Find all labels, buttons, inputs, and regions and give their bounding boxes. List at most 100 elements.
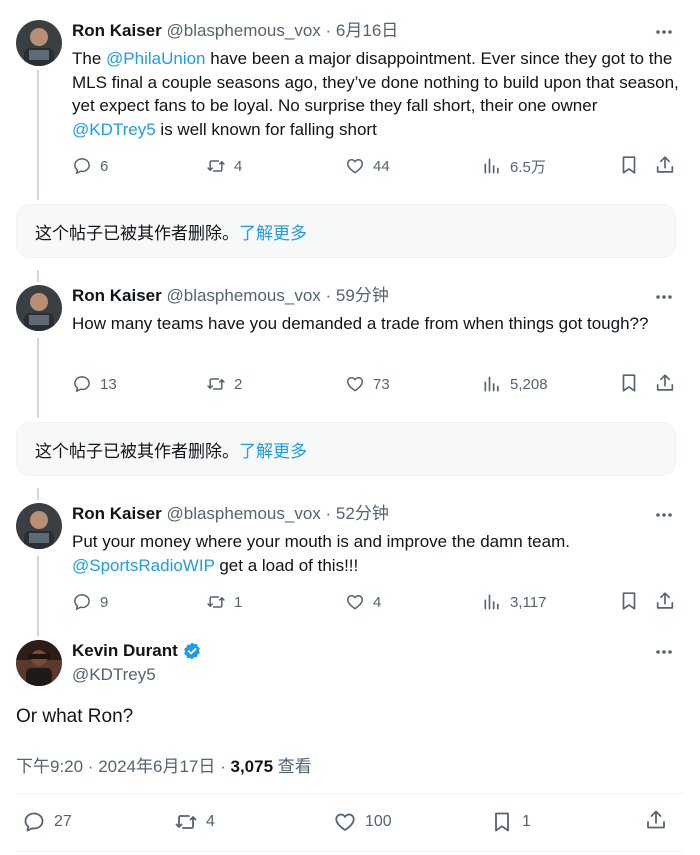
views-button[interactable]: 5,208 [482, 372, 548, 396]
divider [16, 851, 684, 852]
timestamp[interactable]: 59分钟 [336, 286, 389, 305]
bookmark-button[interactable]: 1 [490, 808, 531, 836]
timestamp[interactable]: 下午9:20 · 2024年6月17日 · [16, 757, 230, 776]
reply-count: 6 [100, 157, 109, 175]
retweet-button[interactable]: 4 [206, 154, 242, 178]
share-icon [656, 374, 674, 391]
author-handle[interactable]: @blasphemous_vox [166, 504, 320, 523]
like-button[interactable]: 4 [345, 590, 381, 614]
action-bar: 9 1 4 3,117 [72, 590, 684, 614]
bookmark-icon [622, 374, 636, 392]
like-count: 44 [373, 157, 390, 175]
avatar[interactable] [16, 20, 62, 66]
reply-button[interactable]: 6 [72, 154, 108, 178]
author-handle[interactable]: @KDTrey5 [72, 665, 156, 685]
retweet-count: 2 [234, 375, 243, 393]
more-icon[interactable] [654, 22, 674, 42]
share-button[interactable] [654, 590, 676, 617]
mention-link[interactable]: @PhilaUnion [106, 49, 205, 68]
reply-count: 9 [100, 593, 109, 611]
bookmark-button[interactable] [618, 372, 640, 399]
like-count: 100 [365, 813, 392, 830]
author-name-row: Kevin Durant [72, 641, 202, 661]
author-handle[interactable]: @blasphemous_vox [166, 286, 320, 305]
analytics-icon [484, 594, 499, 610]
retweet-count: 4 [206, 813, 215, 830]
views-button[interactable]: 6.5万 [482, 154, 546, 178]
retweet-button[interactable]: 1 [206, 590, 242, 614]
retweet-button[interactable]: 2 [206, 372, 242, 396]
tweet-text: How many teams have you demanded a trade… [72, 314, 649, 333]
deleted-post-notice: 这个帖子已被其作者删除。 了解更多 [16, 204, 676, 258]
more-icon[interactable] [654, 287, 674, 307]
bookmark-button[interactable] [618, 590, 640, 617]
author-name[interactable]: Kevin Durant [72, 641, 178, 661]
like-button[interactable]: 44 [345, 154, 390, 178]
bookmark-icon [495, 812, 509, 832]
more-icon[interactable] [654, 642, 674, 662]
share-icon [647, 810, 665, 829]
reply-button[interactable]: 9 [72, 590, 108, 614]
views-button[interactable]: 3,117 [482, 590, 546, 614]
separator: · [325, 504, 332, 523]
heart-icon [346, 377, 364, 392]
share-button[interactable] [654, 372, 676, 399]
like-button[interactable]: 73 [345, 372, 390, 396]
reply-icon [74, 594, 90, 610]
reply-button[interactable]: 27 [22, 808, 72, 836]
reply-icon [74, 376, 90, 392]
avatar[interactable] [16, 285, 62, 331]
deleted-post-notice: 这个帖子已被其作者删除。 了解更多 [16, 422, 676, 476]
heart-icon [346, 159, 364, 174]
bookmark-icon [622, 592, 636, 610]
text-segment: get a load of this!!! [214, 555, 359, 575]
bookmark-button[interactable] [618, 154, 640, 181]
thread-line [37, 556, 39, 636]
view-count: 6.5万 [510, 158, 546, 176]
share-button[interactable] [654, 154, 676, 181]
bookmark-count: 1 [522, 813, 531, 830]
thread-line [37, 338, 39, 418]
retweet-icon [207, 378, 225, 390]
retweet-icon [207, 596, 225, 608]
retweet-button[interactable]: 4 [174, 808, 215, 836]
learn-more-link[interactable]: 了解更多 [239, 219, 307, 244]
like-count: 73 [373, 375, 390, 393]
learn-more-link[interactable]: 了解更多 [239, 437, 307, 462]
text-segment: is well known for falling short [155, 119, 377, 139]
analytics-icon [484, 158, 499, 174]
author-name[interactable]: Ron Kaiser [72, 21, 162, 40]
text-segment: The [72, 49, 107, 68]
reply-count: 27 [54, 813, 72, 830]
analytics-icon [484, 376, 499, 392]
tweet-text: Put your money where your mouth is and i… [72, 530, 682, 577]
like-count: 4 [373, 593, 382, 611]
mention-link[interactable]: @KDTrey5 [72, 120, 156, 139]
tweet-header: Ron Kaiser @blasphemous_vox · 6月16日 [72, 20, 398, 42]
mention-link[interactable]: @SportsRadioWIP [72, 556, 215, 575]
reply-button[interactable]: 13 [72, 372, 117, 396]
like-button[interactable]: 100 [333, 808, 392, 836]
share-button[interactable] [644, 808, 668, 837]
action-bar: 6 4 44 6.5万 [72, 154, 684, 178]
timestamp[interactable]: 6月16日 [336, 21, 398, 40]
tweet-text: The @PhilaUnion have been a major disapp… [72, 47, 682, 141]
view-count: 5,208 [510, 375, 548, 393]
author-name[interactable]: Ron Kaiser [72, 504, 162, 523]
author-name[interactable]: Ron Kaiser [72, 286, 162, 305]
avatar[interactable] [16, 640, 62, 686]
avatar[interactable] [16, 503, 62, 549]
bookmark-icon [622, 156, 636, 174]
timestamp[interactable]: 52分钟 [336, 504, 389, 523]
action-bar: 27 4 100 1 [16, 808, 684, 836]
more-icon[interactable] [654, 505, 674, 525]
reply-icon [74, 158, 90, 174]
deleted-notice-text: 这个帖子已被其作者删除。 [35, 441, 239, 461]
retweet-count: 4 [234, 157, 243, 175]
author-handle[interactable]: @blasphemous_vox [166, 21, 320, 40]
separator: · [325, 21, 332, 40]
action-bar: 13 2 73 5,208 [72, 372, 684, 396]
verified-badge-icon [183, 642, 200, 660]
retweet-count: 1 [234, 593, 243, 611]
text-segment: Put your money where your mouth is and i… [72, 532, 570, 551]
